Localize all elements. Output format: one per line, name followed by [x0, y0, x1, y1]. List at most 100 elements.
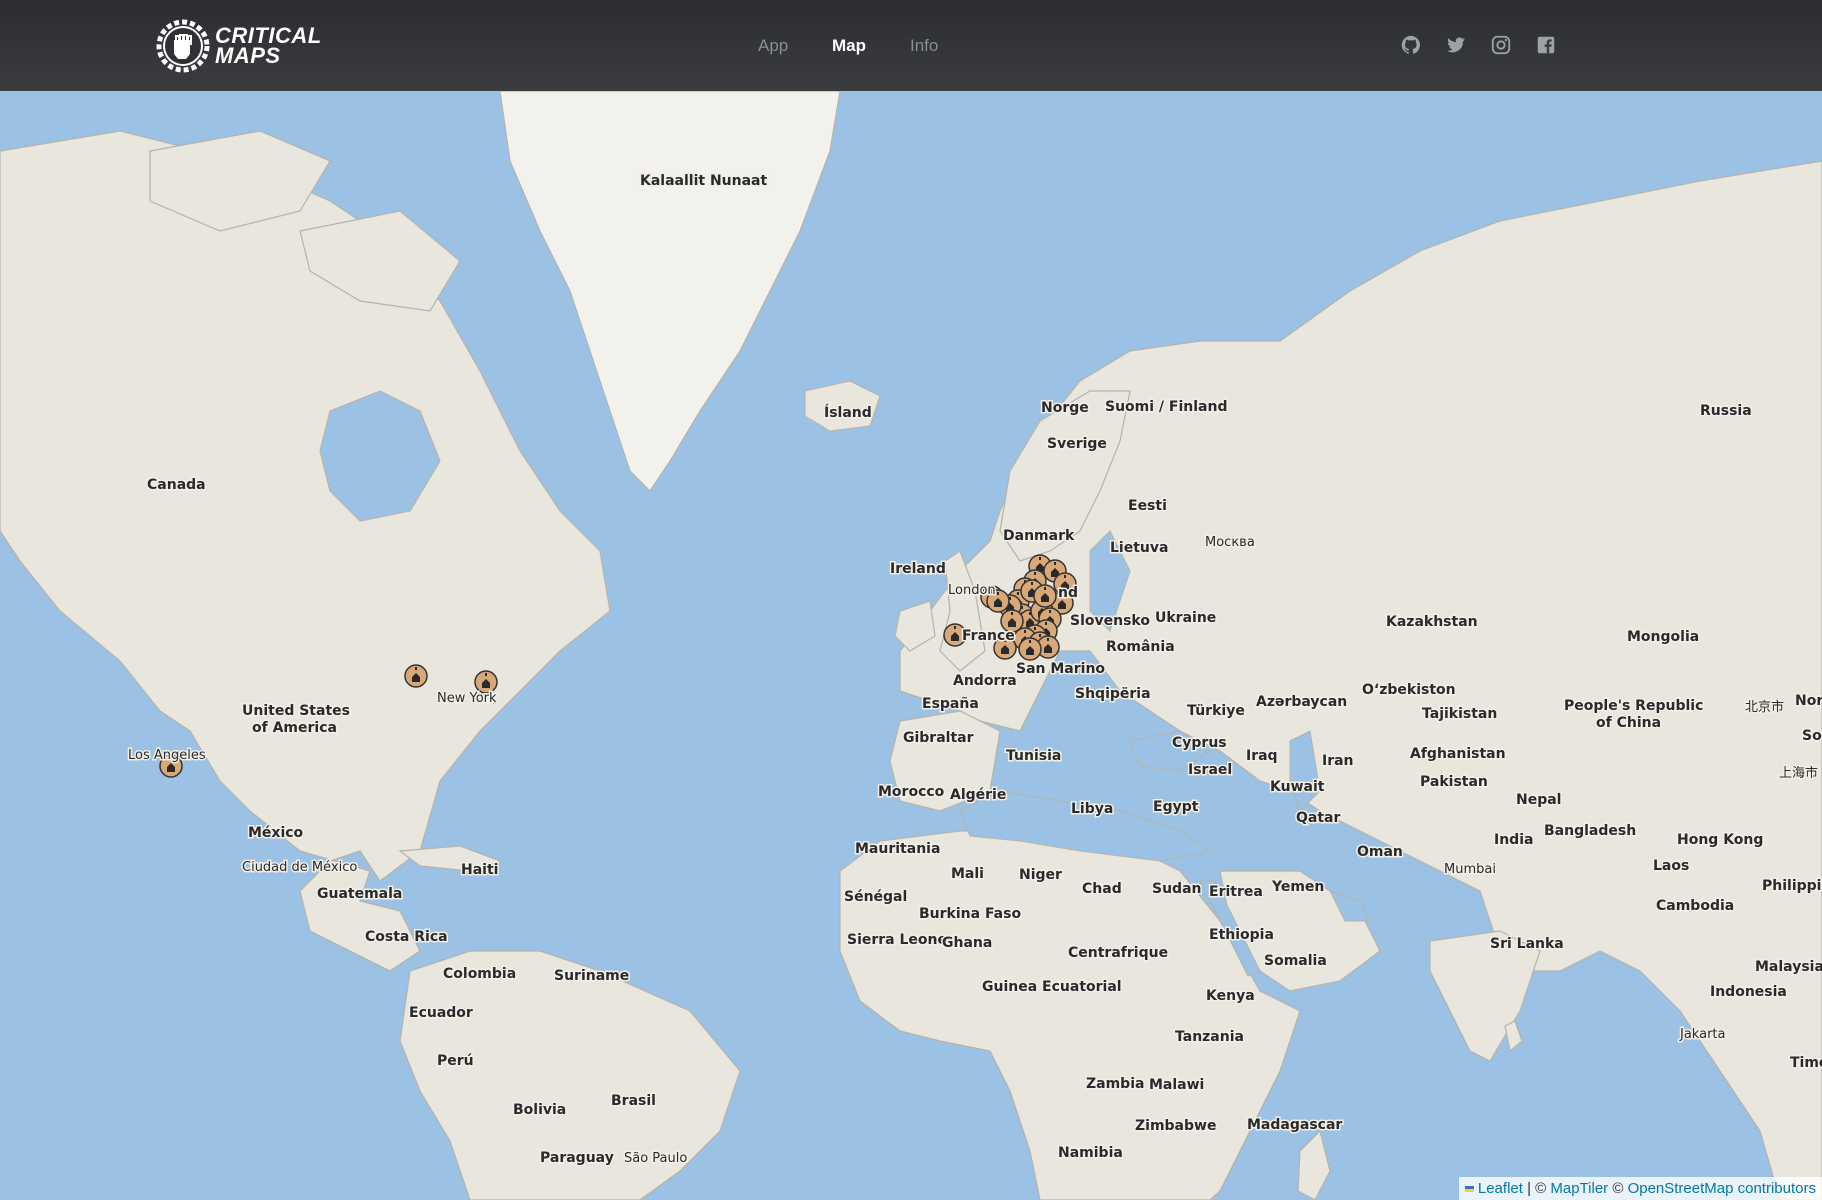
label-danmark: Danmark — [1003, 528, 1075, 544]
label-russia: Russia — [1700, 403, 1752, 419]
label-tajikistan: Tajikistan — [1422, 706, 1497, 722]
label-mongolia: Mongolia — [1627, 629, 1699, 645]
label-iceland: Ísland — [824, 404, 872, 421]
ukraine-flag-icon — [1464, 1186, 1474, 1193]
attribution-copy: © — [1608, 1180, 1628, 1197]
label-polska: nd — [1058, 585, 1078, 601]
label-iran: Iran — [1322, 753, 1354, 769]
label-mumbai: Mumbai — [1444, 862, 1496, 877]
nav-info-link[interactable]: Info — [910, 36, 938, 56]
label-mexico: México — [248, 825, 304, 841]
label-china-2: of China — [1596, 715, 1661, 731]
label-greenland: Kalaallit Nunaat — [640, 173, 767, 189]
label-brasil: Brasil — [611, 1093, 656, 1109]
label-madagascar: Madagascar — [1247, 1117, 1342, 1133]
label-sverige: Sverige — [1047, 436, 1107, 452]
fist-gear-icon — [156, 19, 210, 73]
label-eesti: Eesti — [1128, 498, 1167, 514]
label-colombia: Colombia — [443, 966, 516, 982]
label-san-marino: San Marino — [1016, 661, 1105, 677]
label-suriname: Suriname — [554, 968, 629, 984]
label-philippines: Philippin — [1762, 878, 1822, 894]
label-somalia: Somalia — [1264, 953, 1327, 969]
label-afghanistan: Afghanistan — [1410, 746, 1506, 762]
label-egypt: Egypt — [1153, 799, 1199, 815]
label-laos: Laos — [1653, 858, 1689, 874]
label-guinea-ecuatorial: Guinea Ecuatorial — [982, 979, 1122, 995]
label-kazakhstan: Kazakhstan — [1386, 614, 1478, 630]
label-zimbabwe: Zimbabwe — [1135, 1118, 1216, 1134]
map-attribution: Leaflet | © MapTiler © OpenStreetMap con… — [1458, 1177, 1822, 1200]
label-guatemala: Guatemala — [317, 886, 402, 902]
label-london: London — [948, 583, 996, 598]
label-israel: Israel — [1188, 762, 1232, 778]
label-india: India — [1494, 832, 1533, 848]
github-icon[interactable] — [1400, 34, 1422, 56]
label-senegal: Sénégal — [844, 889, 907, 905]
rider-marker[interactable] — [1018, 637, 1042, 661]
label-sierra-leone: Sierra Leone — [847, 932, 947, 948]
label-niger: Niger — [1019, 867, 1062, 883]
rider-marker[interactable] — [474, 670, 498, 694]
label-qatar: Qatar — [1296, 810, 1340, 826]
world-map[interactable]: Kalaallit Nunaat Ísland Canada United St… — [0, 91, 1822, 1200]
brand-wordmark: CRITICAL MAPS — [215, 25, 322, 67]
nav-app-link[interactable]: App — [758, 36, 788, 56]
label-ecuador: Ecuador — [409, 1005, 473, 1021]
rider-marker[interactable] — [404, 664, 428, 688]
label-costa-rica: Costa Rica — [365, 929, 448, 945]
label-indonesia: Indonesia — [1710, 984, 1787, 1000]
label-ethiopia: Ethiopia — [1209, 927, 1274, 943]
label-kenya: Kenya — [1206, 988, 1255, 1004]
label-mali: Mali — [951, 866, 984, 882]
label-malaysia: Malaysia — [1755, 959, 1822, 975]
label-canada: Canada — [147, 477, 206, 493]
leaflet-link[interactable]: Leaflet — [1478, 1180, 1523, 1197]
label-shqiperia: Shqipëria — [1075, 686, 1151, 702]
label-nor: Nor — [1795, 693, 1822, 709]
label-azerbaycan: Azərbaycan — [1256, 694, 1347, 710]
label-romania: România — [1106, 639, 1175, 655]
label-haiti: Haiti — [461, 862, 498, 878]
label-centrafrique: Centrafrique — [1068, 945, 1168, 961]
label-mexico-city: Ciudad de México — [242, 860, 357, 875]
label-suomi: Suomi / Finland — [1105, 399, 1227, 415]
label-jakarta: Jakarta — [1679, 1027, 1725, 1042]
label-france: France — [962, 628, 1015, 644]
label-malawi: Malawi — [1149, 1077, 1204, 1093]
osm-link[interactable]: OpenStreetMap contributors — [1628, 1180, 1816, 1197]
top-navbar: CRITICAL MAPS App Map Info — [0, 0, 1822, 91]
critical-maps-logo[interactable]: CRITICAL MAPS — [155, 18, 322, 74]
label-sudan: Sudan — [1152, 881, 1202, 897]
label-bolivia: Bolivia — [513, 1102, 566, 1118]
map-tiles[interactable]: Kalaallit Nunaat Ísland Canada United St… — [0, 91, 1822, 1200]
label-usa-2: of America — [252, 720, 337, 736]
instagram-icon[interactable] — [1490, 34, 1512, 56]
label-sao-paulo: São Paulo — [624, 1151, 687, 1166]
facebook-icon[interactable] — [1535, 34, 1557, 56]
label-oman: Oman — [1357, 844, 1403, 860]
label-cambodia: Cambodia — [1656, 898, 1734, 914]
label-burkina-faso: Burkina Faso — [919, 906, 1021, 922]
label-algerie: Algérie — [950, 787, 1006, 803]
nav-map-link[interactable]: Map — [832, 36, 866, 56]
label-uzbekistan: O‘zbekiston — [1362, 682, 1456, 698]
label-libya: Libya — [1071, 801, 1113, 817]
label-norge: Norge — [1041, 400, 1089, 416]
label-zambia: Zambia — [1086, 1076, 1144, 1092]
label-eritrea: Eritrea — [1209, 884, 1263, 900]
label-ukraine: Ukraine — [1155, 610, 1216, 626]
label-china-1: People's Republic — [1564, 698, 1703, 714]
label-los-angeles: Los Angeles — [128, 748, 206, 763]
label-bangladesh: Bangladesh — [1544, 823, 1636, 839]
label-pakistan: Pakistan — [1420, 774, 1488, 790]
label-kuwait: Kuwait — [1270, 779, 1325, 795]
label-lietuva: Lietuva — [1110, 540, 1168, 556]
maptiler-link[interactable]: MapTiler — [1550, 1180, 1608, 1197]
label-slovensko: Slovensko — [1070, 613, 1150, 629]
rider-marker[interactable] — [1033, 584, 1057, 608]
twitter-icon[interactable] — [1445, 34, 1467, 56]
attribution-separator: | © — [1522, 1180, 1551, 1197]
label-hong-kong: Hong Kong — [1677, 832, 1763, 848]
label-ghana: Ghana — [942, 935, 992, 951]
